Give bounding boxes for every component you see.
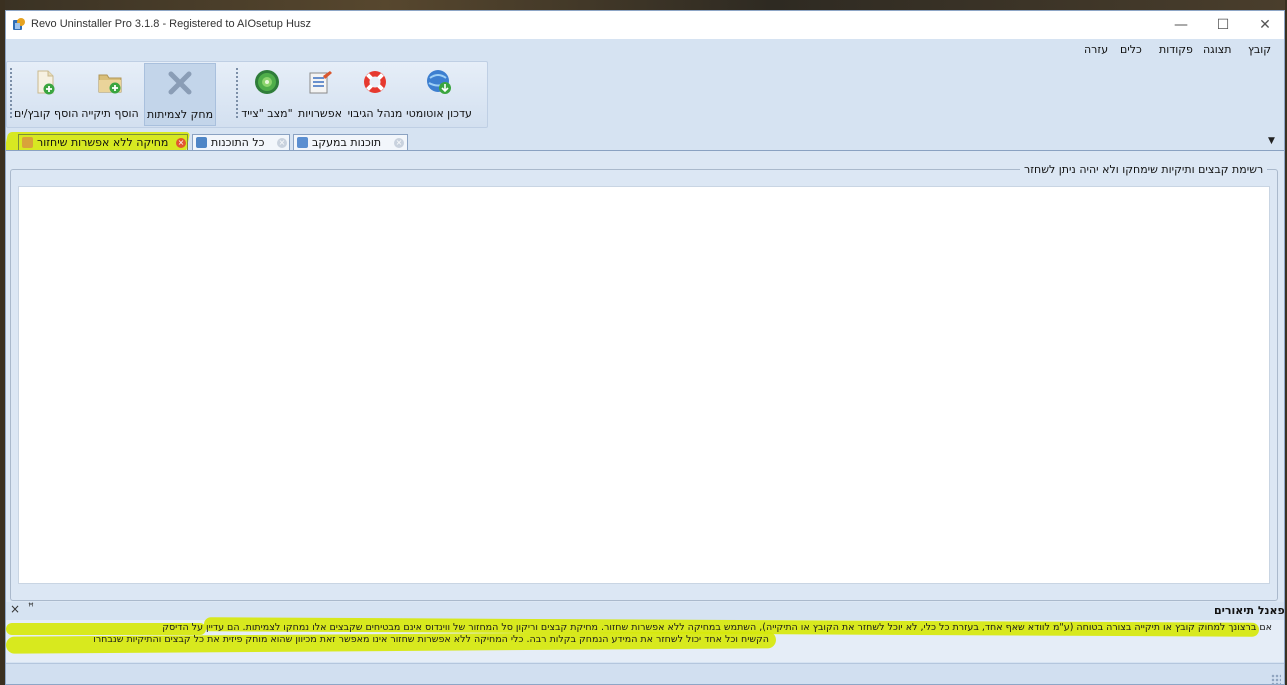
tab-close-icon[interactable]: × [277,138,287,148]
traced-programs-icon [297,137,308,148]
add-files-label: הוסף קובץ/ים [14,107,79,120]
hunter-mode-button[interactable]: מצב "צייד" [240,63,294,126]
revo-app-icon [13,18,25,30]
auto-update-label: עדכון אוטומטי [406,107,472,120]
programs-icon [196,137,207,148]
tab-traced-programs[interactable]: תוכנות במעקב × [293,134,408,150]
delete-permanently-button[interactable]: מחק לצמיתות [144,63,216,126]
main-content: רשימת קבצים ותיקיות שימחקו ולא יהיה ניתן… [6,150,1284,602]
add-folder-label: הוסף תיקייה [81,107,139,120]
toolbar: הוסף קובץ/ים הוסף תיקייה מחק לצמיתות מצב… [6,61,488,128]
tab-all-programs[interactable]: כל התוכנות × [192,134,290,150]
app-window: Revo Uninstaller Pro 3.1.8 - Registered … [5,10,1285,685]
add-file-icon [37,70,55,95]
menu-file[interactable]: קובץ [1248,43,1271,56]
group-title: רשימת קבצים ותיקיות שימחקו ולא יהיה ניתן… [1020,163,1268,176]
description-panel-title: פאנל תיאורים [1214,604,1285,617]
radar-icon [255,70,279,94]
status-bar [6,663,1284,684]
add-folder-button[interactable]: הוסף תיקייה [78,63,142,126]
options-button[interactable]: אפשרויות [294,63,346,126]
menu-commands[interactable]: פקודות [1159,43,1193,56]
toolbar-grip-2[interactable] [236,68,238,120]
tab-list-dropdown-icon[interactable]: ▼ [1268,136,1275,146]
resize-grip-icon[interactable] [1271,674,1281,684]
globe-update-icon [427,70,451,94]
add-files-button[interactable]: הוסף קובץ/ים [14,63,79,126]
menu-tools[interactable]: כלים [1120,43,1142,56]
auto-update-button[interactable]: עדכון אוטומטי [404,63,474,126]
tab-close-icon[interactable]: × [176,138,186,148]
options-checklist-icon [309,71,332,94]
backup-manager-button[interactable]: מנהל הגיבוי [346,63,404,126]
tab-close-icon[interactable]: × [394,138,404,148]
close-button[interactable]: ✕ [1245,11,1284,39]
description-panel-body: אם ברצונך למחוק קובץ או תיקייה בצורה בטו… [6,617,1284,662]
options-label: אפשרויות [298,107,342,120]
tab-unrecoverable-delete[interactable]: מחיקה ללא אפשרות שיחזור × [18,134,188,150]
panel-close-icon[interactable]: × [10,602,20,616]
delete-x-icon [168,71,192,95]
backup-manager-label: מנהל הגיבוי [347,107,403,120]
tab-all-programs-label: כל התוכנות [211,136,265,149]
shredder-icon [22,137,33,148]
tab-unrecoverable-delete-label: מחיקה ללא אפשרות שיחזור [37,136,169,149]
description-text-line2: הקשיח וכל אחד יכול לשחזר את המידע הנמחק … [93,634,769,645]
menu-bar: קובץ תצוגה פקודות כלים עזרה [6,39,1284,61]
toolbar-grip[interactable] [10,68,12,120]
delete-permanently-label: מחק לצמיתות [146,108,214,121]
hunter-mode-label: מצב "צייד" [241,107,293,120]
tab-traced-programs-label: תוכנות במעקב [312,136,382,149]
file-list[interactable] [18,186,1270,584]
maximize-button[interactable]: ☐ [1203,11,1243,39]
panel-pin-icon[interactable]: ꟸ [28,602,34,613]
lifebuoy-icon [364,71,386,93]
tab-strip: מחיקה ללא אפשרות שיחזור × כל התוכנות × ת… [6,134,1284,151]
description-panel-header: × ꟸ פאנל תיאורים [6,602,1284,620]
menu-help[interactable]: עזרה [1084,43,1108,56]
add-folder-icon [98,74,122,94]
description-text-line1: אם ברצונך למחוק קובץ או תיקייה בצורה בטו… [162,622,1272,633]
minimize-button[interactable]: — [1161,11,1201,39]
window-title: Revo Uninstaller Pro 3.1.8 - Registered … [31,18,312,30]
title-bar: Revo Uninstaller Pro 3.1.8 - Registered … [6,11,1284,39]
menu-view[interactable]: תצוגה [1203,43,1231,56]
